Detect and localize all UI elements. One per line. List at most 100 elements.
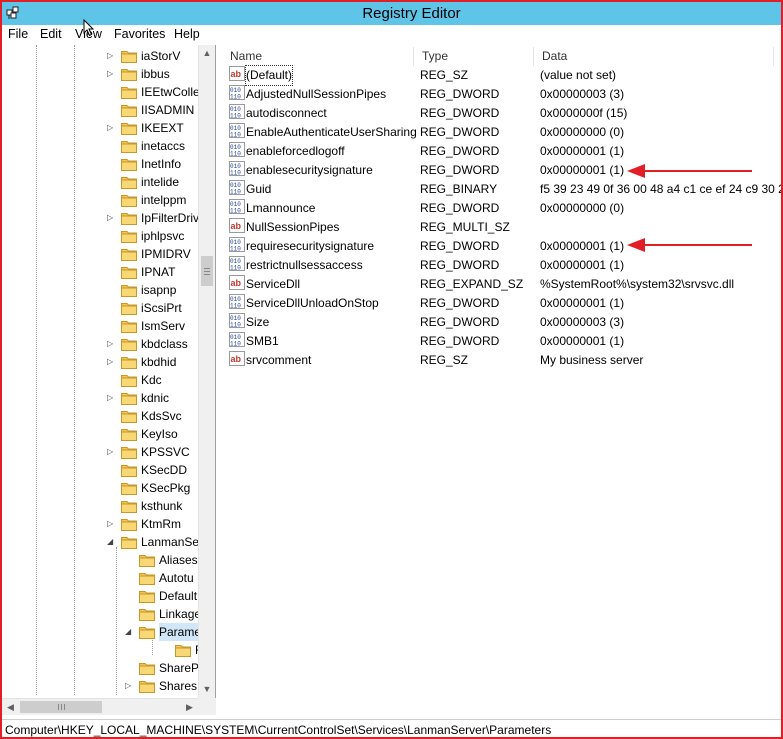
tree-item-label: inetaccs (141, 139, 186, 153)
registry-value-row[interactable]: 010 110 autodisconnect REG_DWORD 0x0000000f … (222, 104, 781, 123)
scroll-down-arrow-icon[interactable]: ▼ (199, 681, 215, 698)
grip-line (204, 271, 210, 272)
tree-item[interactable]: IPNAT (2, 263, 215, 281)
tree-item[interactable]: Kdc (2, 371, 215, 389)
scroll-up-arrow-icon[interactable]: ▲ (199, 45, 215, 62)
tree-item[interactable]: ◢ LanmanServ (2, 533, 215, 551)
tree-item-label: Aliases (159, 553, 198, 567)
tree-item[interactable]: Autotu (2, 569, 215, 587)
value-name: EnableAuthenticateUserSharing (246, 125, 417, 139)
registry-value-row[interactable]: ab (Default) REG_SZ (value not set) (222, 65, 781, 86)
key-tree-pane[interactable]: ▷ iaStorV ▷ ibbus IEEtwCollec IISADMIN ▷ IKEEXT… (2, 45, 216, 715)
value-data: 0x00000000 (0) (540, 201, 625, 215)
tree-horizontal-scrollbar[interactable]: ◀ ▶ (2, 698, 198, 715)
expand-triangle-icon[interactable]: ▷ (107, 51, 115, 61)
tree-item[interactable]: KdsSvc (2, 407, 215, 425)
tree-item[interactable]: ▷ ibbus (2, 65, 215, 83)
value-data: 0x00000001 (1) (540, 163, 625, 177)
registry-value-row[interactable]: 010 110 restrictnullsessaccess REG_DWORD 0x0… (222, 256, 781, 275)
expand-triangle-icon[interactable]: ▷ (107, 123, 115, 133)
value-type: REG_DWORD (420, 163, 500, 177)
tree-item[interactable]: ▷ kdnic (2, 389, 215, 407)
collapse-triangle-icon[interactable]: ◢ (107, 537, 115, 547)
tree-item[interactable]: intelppm (2, 191, 215, 209)
tree-item[interactable]: ▷ KtmRm (2, 515, 215, 533)
scroll-right-arrow-icon[interactable]: ▶ (181, 699, 198, 716)
tree-item[interactable]: IPMIDRV (2, 245, 215, 263)
svg-text:110: 110 (230, 113, 241, 120)
tree-item[interactable]: inetaccs (2, 137, 215, 155)
column-header-name[interactable]: Name (222, 47, 414, 66)
tree-item[interactable]: KeyIso (2, 425, 215, 443)
grip-line (204, 274, 210, 275)
registry-value-row[interactable]: ab ServiceDll REG_EXPAND_SZ %SystemRoot%\sy… (222, 275, 781, 294)
tree-item[interactable]: iphlpsvc (2, 227, 215, 245)
registry-value-row[interactable]: 010 110 Guid REG_BINARY f5 39 23 49 0f 36 00… (222, 180, 781, 199)
scroll-thumb[interactable] (201, 256, 213, 286)
registry-value-row[interactable]: ab NullSessionPipes REG_MULTI_SZ (222, 218, 781, 237)
tree-item[interactable]: Aliases (2, 551, 215, 569)
tree-item[interactable]: ▷ kbdclass (2, 335, 215, 353)
scroll-thumb[interactable] (20, 701, 102, 713)
tree-item[interactable]: ▷ kbdhid (2, 353, 215, 371)
registry-value-row[interactable]: 010 110 EnableAuthenticateUserSharing REG_D… (222, 123, 781, 142)
value-type: REG_DWORD (420, 315, 500, 329)
column-header-data[interactable]: Data (534, 47, 774, 66)
expand-triangle-icon[interactable]: ▷ (107, 447, 115, 457)
menu-favorites[interactable]: Favorites (114, 27, 165, 41)
folder-icon (121, 373, 137, 387)
tree-item[interactable]: SharePr (2, 659, 215, 677)
expand-triangle-icon[interactable]: ▷ (107, 339, 115, 349)
value-data: 0x00000001 (1) (540, 296, 625, 310)
column-header-type[interactable]: Type (414, 47, 534, 66)
expand-triangle-icon[interactable]: ▷ (107, 357, 115, 367)
tree-item-label: InetInfo (141, 157, 182, 171)
registry-value-row[interactable]: 010 110 ServiceDllUnloadOnStop REG_DWORD 0x0… (222, 294, 781, 313)
tree-item[interactable]: Fsct (2, 641, 215, 659)
expand-triangle-icon[interactable]: ▷ (107, 519, 115, 529)
tree-vertical-scrollbar[interactable]: ▲ ▼ (198, 45, 215, 698)
values-list-pane[interactable]: Name Type Data ab (Default) REG_SZ (value n… (222, 45, 781, 715)
folder-icon (121, 247, 137, 261)
tree-item[interactable]: ▷ IKEEXT (2, 119, 215, 137)
tree-item[interactable]: ▷ IpFilterDriv (2, 209, 215, 227)
svg-text:110: 110 (230, 265, 241, 272)
tree-item[interactable]: isapnp (2, 281, 215, 299)
tree-item[interactable]: intelide (2, 173, 215, 191)
tree-item[interactable]: IsmServ (2, 317, 215, 335)
registry-value-row[interactable]: ab srvcomment REG_SZ My business server (222, 351, 781, 370)
expand-triangle-icon[interactable]: ▷ (107, 213, 115, 223)
tree-item[interactable]: KSecDD (2, 461, 215, 479)
tree-item-label: Parame (159, 623, 202, 641)
tree-item[interactable]: Default (2, 587, 215, 605)
registry-value-row[interactable]: 010 110 Size REG_DWORD 0x00000003 (3) (222, 313, 781, 332)
tree-item[interactable]: ▷ iaStorV (2, 47, 215, 65)
tree-item[interactable]: ksthunk (2, 497, 215, 515)
tree-item[interactable]: ◢ Parame (2, 623, 215, 641)
registry-value-row[interactable]: 010 110 SMB1 REG_DWORD 0x00000001 (1) (222, 332, 781, 351)
tree-item[interactable]: ▷ Shares (2, 677, 215, 695)
menu-help[interactable]: Help (174, 27, 200, 41)
expand-triangle-icon[interactable]: ▷ (107, 393, 115, 403)
tree-item[interactable]: iScsiPrt (2, 299, 215, 317)
tree-item[interactable]: IEEtwCollec (2, 83, 215, 101)
tree-item-label: IISADMIN (141, 103, 195, 117)
value-data: f5 39 23 49 0f 36 00 48 a4 c1 ce ef 24 c… (540, 182, 781, 196)
expand-triangle-icon[interactable]: ▷ (125, 681, 133, 691)
title-bar[interactable]: Registry Editor (2, 2, 781, 25)
registry-value-row[interactable]: 010 110 Lmannounce REG_DWORD 0x00000000 (0) (222, 199, 781, 218)
tree-item[interactable]: IISADMIN (2, 101, 215, 119)
tree-item[interactable]: KSecPkg (2, 479, 215, 497)
tree-item[interactable]: ▷ KPSSVC (2, 443, 215, 461)
folder-icon (121, 67, 137, 81)
tree-item[interactable]: InetInfo (2, 155, 215, 173)
binary-value-icon: 010 110 (229, 123, 245, 139)
menu-file[interactable]: File (8, 27, 28, 41)
registry-value-row[interactable]: 010 110 AdjustedNullSessionPipes REG_DWORD 0… (222, 85, 781, 104)
menu-edit[interactable]: Edit (40, 27, 62, 41)
tree-item[interactable]: Linkage (2, 605, 215, 623)
collapse-triangle-icon[interactable]: ◢ (125, 627, 133, 637)
registry-value-row[interactable]: 010 110 enableforcedlogoff REG_DWORD 0x00000… (222, 142, 781, 161)
expand-triangle-icon[interactable]: ▷ (107, 69, 115, 79)
scroll-left-arrow-icon[interactable]: ◀ (2, 699, 19, 716)
